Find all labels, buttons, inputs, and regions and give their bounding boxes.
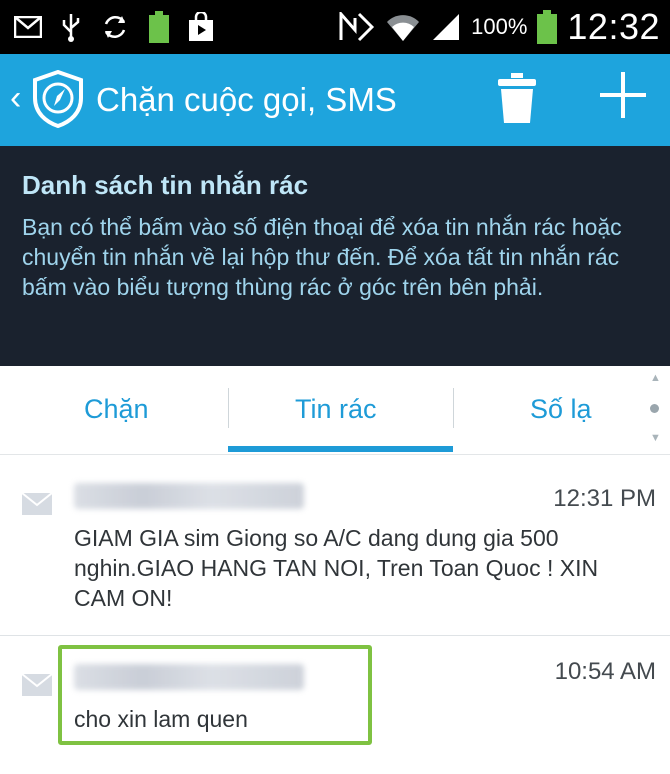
page-indicator-dot: [650, 404, 659, 413]
message-list: 12:31 PM GIAM GIA sim Giong so A/C dang …: [0, 455, 670, 774]
tab-tin-rac[interactable]: Tin rác: [295, 394, 377, 425]
status-icons-left: [14, 8, 214, 46]
tab-divider: [453, 388, 454, 428]
message-time: 10:54 AM: [554, 658, 656, 685]
mail-icon: [14, 16, 42, 38]
tab-divider: [228, 388, 229, 428]
nfc-icon: [339, 12, 375, 42]
tab-so-la[interactable]: Số lạ: [530, 394, 592, 425]
envelope-icon: [22, 674, 52, 696]
message-item[interactable]: 12:31 PM GIAM GIA sim Giong so A/C dang …: [0, 455, 670, 635]
info-banner: Danh sách tin nhắn rác Bạn có thể bấm và…: [0, 146, 670, 366]
wifi-icon: [387, 15, 420, 41]
tab-strip: Chặn Tin rác Số lạ ▲ ▼: [0, 366, 670, 455]
battery-percentage: 100%: [471, 14, 528, 39]
message-body: GIAM GIA sim Giong so A/C dang dung gia …: [74, 525, 599, 611]
tab-selected-indicator: [228, 446, 453, 452]
store-bag-icon: [189, 12, 213, 41]
add-icon[interactable]: [598, 70, 648, 120]
envelope-icon: [22, 493, 52, 515]
tab-chan[interactable]: Chặn: [84, 394, 149, 425]
scroll-down-icon[interactable]: ▼: [650, 432, 661, 444]
clock: 12:32: [567, 6, 660, 47]
trash-icon[interactable]: [496, 72, 538, 124]
status-bar: 100% 12:32: [0, 0, 670, 54]
sender-number-blurred: [74, 483, 304, 509]
usb-icon: [62, 14, 80, 42]
banner-title: Danh sách tin nhắn rác: [22, 170, 309, 200]
highlight-box: [58, 645, 372, 745]
battery-full-small-icon: [149, 11, 169, 43]
status-icons-right: 100% 12:32: [339, 6, 660, 48]
message-time: 12:31 PM: [553, 485, 656, 512]
scroll-up-icon[interactable]: ▲: [650, 372, 661, 384]
sync-icon: [104, 15, 126, 39]
banner-description: Bạn có thể bấm vào số điện thoại để xóa …: [22, 214, 622, 300]
signal-icon: [433, 14, 460, 40]
battery-icon: [537, 10, 558, 44]
back-chevron-icon[interactable]: ‹: [10, 78, 21, 118]
app-bar: ‹ Chặn cuộc gọi, SMS: [0, 54, 670, 146]
app-title: Chặn cuộc gọi, SMS: [96, 81, 397, 118]
shield-logo-icon[interactable]: [32, 70, 84, 128]
